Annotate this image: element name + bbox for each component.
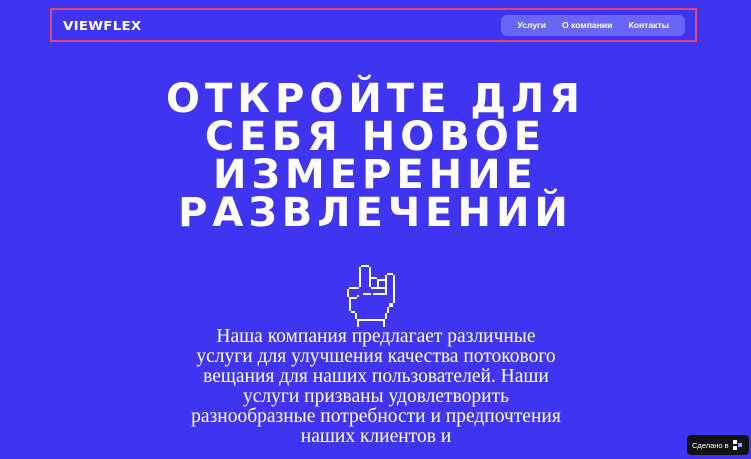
nav-link-services[interactable]: Услуги [509,20,554,30]
hero-title-line: СЕБЯ НОВОЕ [204,114,547,160]
builder-logo-icon [732,439,742,450]
nav-link-about[interactable]: О компании [554,20,620,30]
hero-title: ОТКРОЙТЕ ДЛЯ СЕБЯ НОВОЕ ИЗМЕРЕНИЕ РАЗВЛЕ… [0,76,751,236]
nav-link-contacts[interactable]: Контакты [620,20,677,30]
made-with-badge[interactable]: Сделано в [687,435,749,455]
main-nav: Услуги О компании Контакты [501,14,685,36]
hero-title-line: РАЗВЛЕЧЕНИЙ [178,190,573,236]
rock-hand-pixel-icon [347,265,395,327]
badge-label: Сделано в [692,440,729,450]
site-header: VIEWFLEX Услуги О компании Контакты [50,8,697,42]
hero-title-line: ОТКРОЙТЕ ДЛЯ [166,76,585,122]
hero-title-line: ИЗМЕРЕНИЕ [213,152,538,198]
hero-description: Наша компания предлагает различные услуг… [191,326,561,447]
site-logo[interactable]: VIEWFLEX [63,19,142,33]
